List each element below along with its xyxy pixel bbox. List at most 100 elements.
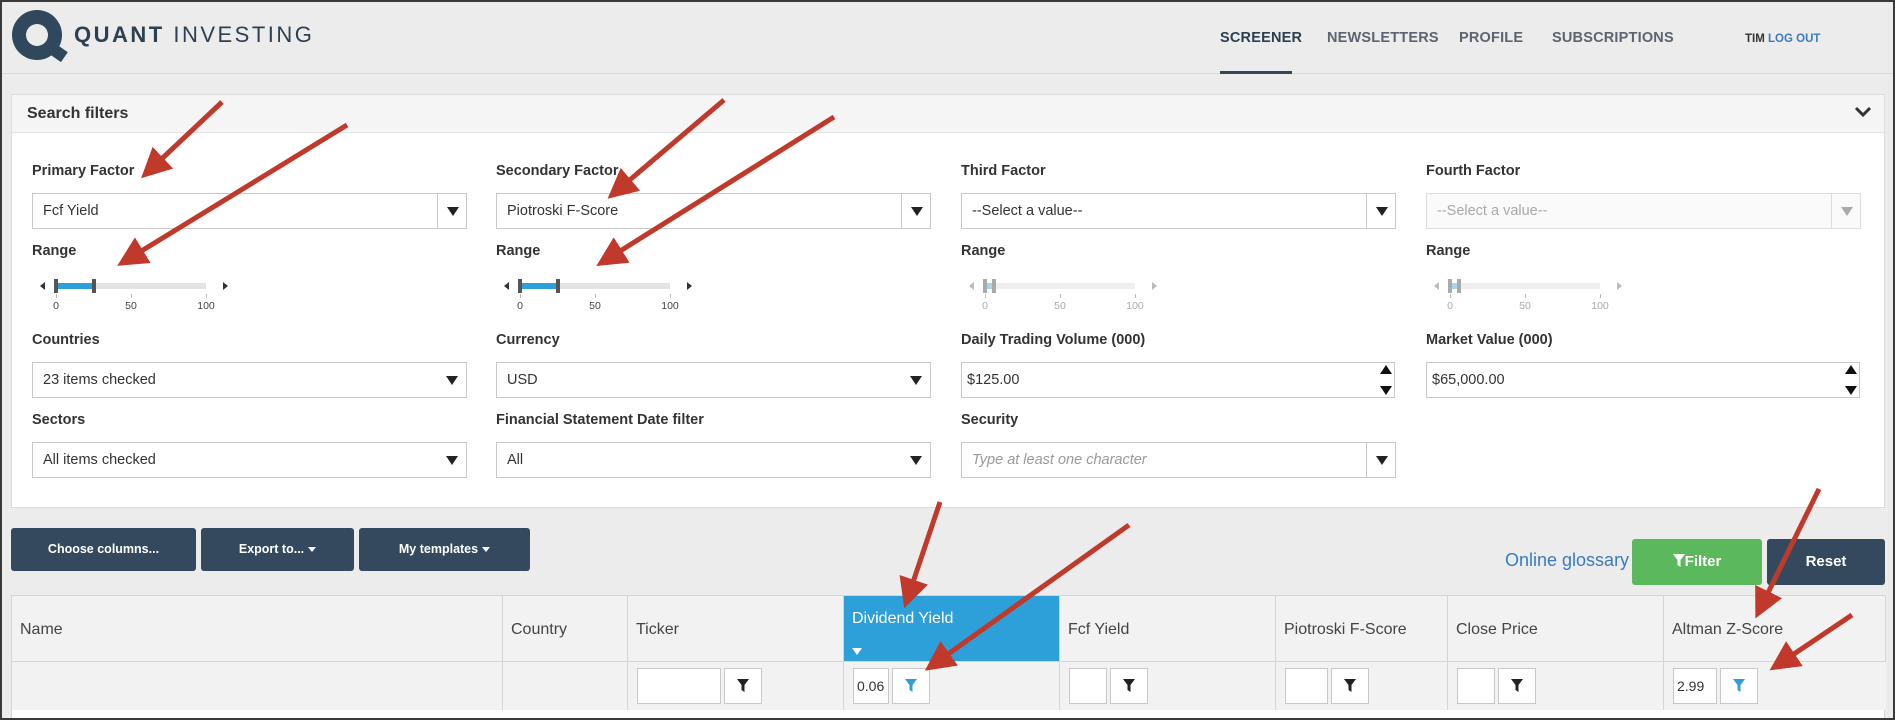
secondary-range-slider[interactable]: 0 50 100 — [504, 278, 694, 312]
slider-handle-high[interactable] — [91, 279, 96, 293]
volume-spinner[interactable] — [1380, 362, 1392, 398]
slider-tick-label: 100 — [1126, 300, 1144, 312]
filter-button[interactable]: Filter — [1632, 539, 1762, 585]
reset-button[interactable]: Reset — [1767, 539, 1885, 585]
ticker-filter-button[interactable] — [724, 668, 762, 704]
third-range-slider: 0 50 100 — [969, 278, 1159, 312]
choose-columns-button[interactable]: Choose columns... — [11, 528, 196, 571]
dropdown-arrow-icon[interactable] — [1366, 443, 1395, 477]
slider-tick — [1600, 294, 1601, 298]
slider-left-arrow-icon[interactable] — [40, 282, 45, 290]
close-price-filter-button[interactable] — [1498, 668, 1536, 704]
close-price-filter-input[interactable] — [1457, 668, 1495, 704]
app-window: QUANT INVESTING SCREENER NEWSLETTERS PRO… — [0, 0, 1895, 720]
user-area: TIM LOG OUT — [1745, 33, 1820, 45]
market-value-input[interactable]: $65,000.00 — [1426, 362, 1860, 398]
security-input[interactable]: Type at least one character — [961, 442, 1396, 478]
dividend-yield-filter-input[interactable]: 0.06 — [853, 668, 889, 704]
fourth-factor-select: --Select a value-- — [1426, 193, 1861, 229]
column-header-dividend-yield[interactable]: Dividend Yield — [844, 596, 1060, 662]
slider-tick-label: 50 — [589, 300, 601, 312]
ticker-filter-input[interactable] — [637, 668, 721, 704]
fourth-factor-label: Fourth Factor — [1426, 163, 1521, 179]
fs-date-select[interactable]: All — [496, 442, 931, 478]
sectors-label: Sectors — [32, 412, 86, 428]
dropdown-arrow-icon[interactable] — [901, 363, 930, 397]
currency-select[interactable]: USD — [496, 362, 931, 398]
altman-filter-input[interactable]: 2.99 — [1673, 668, 1717, 704]
slider-left-arrow-icon — [969, 282, 974, 290]
slider-handle-high — [1457, 279, 1461, 293]
slider-left-arrow-icon — [1434, 282, 1439, 290]
dropdown-arrow-icon[interactable] — [1366, 194, 1395, 228]
slider-tick — [1060, 294, 1061, 298]
slider-left-arrow-icon[interactable] — [504, 282, 509, 290]
dropdown-arrow-icon[interactable] — [437, 194, 466, 228]
slider-tick-label: 100 — [1591, 300, 1609, 312]
slider-tick-label: 0 — [982, 300, 988, 312]
slider-tick — [595, 294, 596, 298]
slider-right-arrow-icon[interactable] — [223, 282, 228, 290]
nav-newsletters[interactable]: NEWSLETTERS — [1327, 30, 1439, 46]
volume-input[interactable]: $125.00 — [961, 362, 1395, 398]
online-glossary-link[interactable]: Online glossary — [1505, 550, 1629, 571]
slider-tick-label: 50 — [125, 300, 137, 312]
logout-link[interactable]: LOG OUT — [1768, 33, 1820, 45]
fourth-range-slider: 0 50 100 — [1434, 278, 1624, 312]
slider-handle-high — [992, 279, 996, 293]
column-header-close-price[interactable]: Close Price — [1448, 596, 1664, 662]
column-header-piotroski[interactable]: Piotroski F-Score — [1276, 596, 1448, 662]
slider-track — [985, 283, 1135, 289]
fcf-yield-filter-button[interactable] — [1110, 668, 1148, 704]
slider-handle-low[interactable] — [518, 279, 522, 293]
templates-button[interactable]: My templates — [359, 528, 530, 571]
chevron-down-icon[interactable] — [1854, 105, 1872, 119]
results-grid: Name Country Ticker Dividend Yield Fcf Y… — [11, 595, 1886, 718]
slider-selection — [56, 283, 94, 289]
column-header-country[interactable]: Country — [503, 596, 628, 662]
filter-icon — [1123, 679, 1135, 692]
primary-range-slider[interactable]: 0 50 100 — [40, 278, 230, 312]
fcf-yield-filter-input[interactable] — [1069, 668, 1107, 704]
slider-handle-low[interactable] — [54, 279, 58, 293]
secondary-range-label: Range — [496, 243, 541, 259]
caret-down-icon — [308, 547, 317, 553]
slider-handle-low — [983, 279, 987, 293]
export-button[interactable]: Export to... — [201, 528, 354, 571]
piotroski-filter-input[interactable] — [1285, 668, 1328, 704]
column-header-ticker[interactable]: Ticker — [628, 596, 844, 662]
third-factor-label: Third Factor — [961, 163, 1046, 179]
third-factor-select[interactable]: --Select a value-- — [961, 193, 1396, 229]
slider-tick — [1135, 294, 1136, 298]
nav-profile[interactable]: PROFILE — [1459, 30, 1523, 46]
primary-factor-label: Primary Factor — [32, 163, 135, 179]
column-header-altman[interactable]: Altman Z-Score — [1664, 596, 1886, 662]
nav-screener[interactable]: SCREENER — [1220, 30, 1302, 46]
dividend-yield-filter-button[interactable] — [892, 668, 930, 704]
dropdown-arrow-icon — [1831, 194, 1860, 228]
countries-select[interactable]: 23 items checked — [32, 362, 467, 398]
dropdown-arrow-icon[interactable] — [901, 443, 930, 477]
secondary-factor-select[interactable]: Piotroski F-Score — [496, 193, 931, 229]
piotroski-filter-button[interactable] — [1331, 668, 1369, 704]
column-header-name[interactable]: Name — [12, 596, 503, 662]
primary-factor-select[interactable]: Fcf Yield — [32, 193, 467, 229]
market-value-spinner[interactable] — [1845, 362, 1857, 398]
slider-tick-label: 100 — [661, 300, 679, 312]
altman-filter-button[interactable] — [1720, 668, 1758, 704]
slider-handle-high[interactable] — [555, 279, 560, 293]
logo-icon[interactable] — [12, 10, 68, 63]
dropdown-arrow-icon[interactable] — [901, 194, 930, 228]
brand-name[interactable]: QUANT INVESTING — [74, 22, 314, 48]
slider-right-arrow-icon[interactable] — [687, 282, 692, 290]
top-header: QUANT INVESTING SCREENER NEWSLETTERS PRO… — [2, 2, 1893, 74]
dropdown-arrow-icon[interactable] — [437, 363, 466, 397]
nav-subscriptions[interactable]: SUBSCRIPTIONS — [1552, 30, 1674, 46]
column-header-fcf-yield[interactable]: Fcf Yield — [1060, 596, 1276, 662]
slider-tick — [1450, 294, 1451, 298]
dropdown-arrow-icon[interactable] — [437, 443, 466, 477]
user-name: TIM — [1745, 33, 1765, 45]
sectors-select[interactable]: All items checked — [32, 442, 467, 478]
filter-cell-name — [12, 662, 503, 710]
panel-header[interactable]: Search filters — [12, 95, 1884, 133]
